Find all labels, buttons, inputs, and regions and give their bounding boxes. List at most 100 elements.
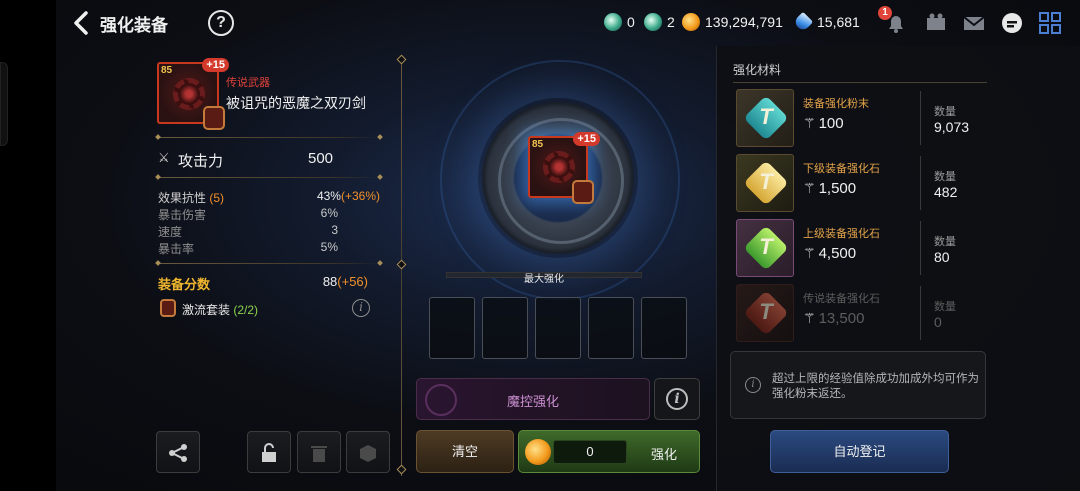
gear-score-row: 装备分数 88(+56) <box>158 274 380 292</box>
currency-value: 0 <box>627 14 635 30</box>
material-item[interactable]: T 上级装备强化石 ⚚ 4,500 数量 80 <box>736 219 986 277</box>
back-arrow-icon[interactable] <box>68 9 96 37</box>
quantity-value: 482 <box>934 184 958 200</box>
stat-value: 6% <box>320 206 338 220</box>
mail-icon[interactable] <box>960 9 988 37</box>
currency-gem[interactable]: 2 <box>644 11 675 33</box>
divider <box>920 156 921 210</box>
stat-row: 效果抗性 (5) 43%(+36%) <box>158 189 380 205</box>
currency-token[interactable]: 0 <box>604 11 635 33</box>
stat-name: 效果抗性 (5) <box>158 189 224 206</box>
material-slot[interactable] <box>535 297 581 359</box>
share-button[interactable] <box>156 431 200 473</box>
enhance-level-badge: +15 <box>202 58 229 72</box>
lower-stone-icon: T <box>736 154 794 212</box>
item-portrait[interactable]: 85 +15 <box>157 58 229 130</box>
quantity-label: 数量 <box>934 301 956 313</box>
item-name: 被诅咒的恶魔之双刃剑 <box>226 95 366 111</box>
gear-score-label: 装备分数 <box>158 277 211 292</box>
exp-icon: ⚚ <box>803 310 816 326</box>
set-emblem-icon <box>203 106 225 130</box>
screen-bezel <box>0 0 56 491</box>
gold-coin-icon <box>682 13 700 31</box>
exp-icon: ⚚ <box>803 245 816 261</box>
material-exp-value: 4,500 <box>818 245 857 262</box>
clear-button[interactable]: 清空 <box>416 430 514 473</box>
gear-score-bonus: (+56) <box>337 274 368 289</box>
enhance-button[interactable]: 0 强化 <box>518 430 700 473</box>
material-slot[interactable] <box>641 297 687 359</box>
stat-row: 暴击伤害 6% <box>158 206 380 222</box>
set-emblem-icon <box>160 299 176 317</box>
attack-value: 500 <box>308 150 334 167</box>
upper-stone-icon: T <box>736 219 794 277</box>
share-icon <box>169 444 187 462</box>
material-exp: ⚚ 100 <box>803 115 844 132</box>
material-name: 上级装备强化石 <box>803 228 880 240</box>
stat-row: 速度 3 <box>158 223 380 239</box>
enhance-info-button[interactable]: i <box>654 378 700 420</box>
grid-glyph <box>1039 12 1061 34</box>
attack-row: ⚔ 攻击力 500 <box>158 150 380 170</box>
green-gem-icon <box>644 13 662 31</box>
set-row: 激流套装 (2/2) i <box>158 298 380 320</box>
enhance-screen: 强化装备 ? 0 2 139,294,791 15,681 1 85 +15 传… <box>0 0 1080 491</box>
guild-icon[interactable] <box>922 9 950 37</box>
material-name: 装备强化粉末 <box>803 98 869 110</box>
material-letter: T <box>759 234 773 259</box>
target-item-slot[interactable]: 85 +15 <box>528 132 600 204</box>
bell-icon[interactable]: 1 <box>878 6 910 37</box>
currency-crystal[interactable]: 15,681 <box>792 11 860 33</box>
blue-crystal-icon <box>792 11 814 33</box>
top-bar: 强化装备 ? 0 2 139,294,791 15,681 1 <box>56 0 1080 46</box>
chat-icon[interactable] <box>998 9 1026 37</box>
magic-enhance-button[interactable]: 魔控强化 <box>416 378 650 420</box>
stat-name: 暴击率 <box>158 242 195 256</box>
trash-icon <box>311 446 327 462</box>
quantity-value: 80 <box>934 249 950 265</box>
enhance-powder-icon: T <box>736 89 794 147</box>
item-header: 85 +15 传说武器 被诅咒的恶魔之双刃剑 <box>157 58 381 130</box>
vertical-divider <box>396 54 407 476</box>
material-name: 下级装备强化石 <box>803 163 880 175</box>
quantity-label: 数量 <box>934 236 956 248</box>
gear-score-number: 88 <box>322 274 338 289</box>
mail-glyph <box>963 16 985 30</box>
material-item[interactable]: T 传说装备强化石 ⚚ 13,500 数量 0 <box>736 284 986 342</box>
divider <box>733 82 987 83</box>
extract-button[interactable] <box>346 431 390 473</box>
material-slot[interactable] <box>429 297 475 359</box>
auto-register-button[interactable]: 自动登记 <box>770 430 949 473</box>
material-item[interactable]: T 装备强化粉末 ⚚ 100 数量 9,073 <box>736 89 986 147</box>
currency-gold[interactable]: 139,294,791 <box>682 11 783 33</box>
lock-button[interactable] <box>247 431 291 473</box>
enhance-level-badge: +15 <box>573 132 600 146</box>
item-level: 85 <box>532 139 544 150</box>
set-info-icon[interactable]: i <box>352 299 370 317</box>
material-exp: ⚚ 13,500 <box>803 310 864 327</box>
material-exp-value: 100 <box>818 115 844 132</box>
sword-icon: ⚔ <box>158 150 170 165</box>
divider <box>158 263 380 264</box>
material-exp-value: 1,500 <box>818 180 857 197</box>
item-level: 85 <box>161 65 173 76</box>
material-slot[interactable] <box>588 297 634 359</box>
divider <box>920 91 921 145</box>
help-icon[interactable]: ? <box>208 10 234 36</box>
divider-ornament <box>396 259 407 270</box>
weapon-icon <box>173 78 205 110</box>
delete-button[interactable] <box>297 431 341 473</box>
stat-row: 暴击率 5% <box>158 240 380 256</box>
legend-stone-icon: T <box>736 284 794 342</box>
material-slot[interactable] <box>482 297 528 359</box>
enhance-cost: 0 <box>553 440 627 464</box>
set-count: (2/2) <box>233 303 259 317</box>
material-item[interactable]: T 下级装备强化石 ⚚ 1,500 数量 482 <box>736 154 986 212</box>
extract-box-icon <box>360 445 376 462</box>
set-name-text: 激流套装 <box>182 303 231 317</box>
notice-text: 超过上限的经验值除成功加成外均可作为强化粉末返还。 <box>772 373 979 400</box>
quantity-value: 9,073 <box>934 119 970 135</box>
menu-grid-icon[interactable] <box>1036 9 1064 37</box>
stat-value: 3 <box>331 223 338 237</box>
item-rarity: 传说武器 <box>226 77 270 89</box>
